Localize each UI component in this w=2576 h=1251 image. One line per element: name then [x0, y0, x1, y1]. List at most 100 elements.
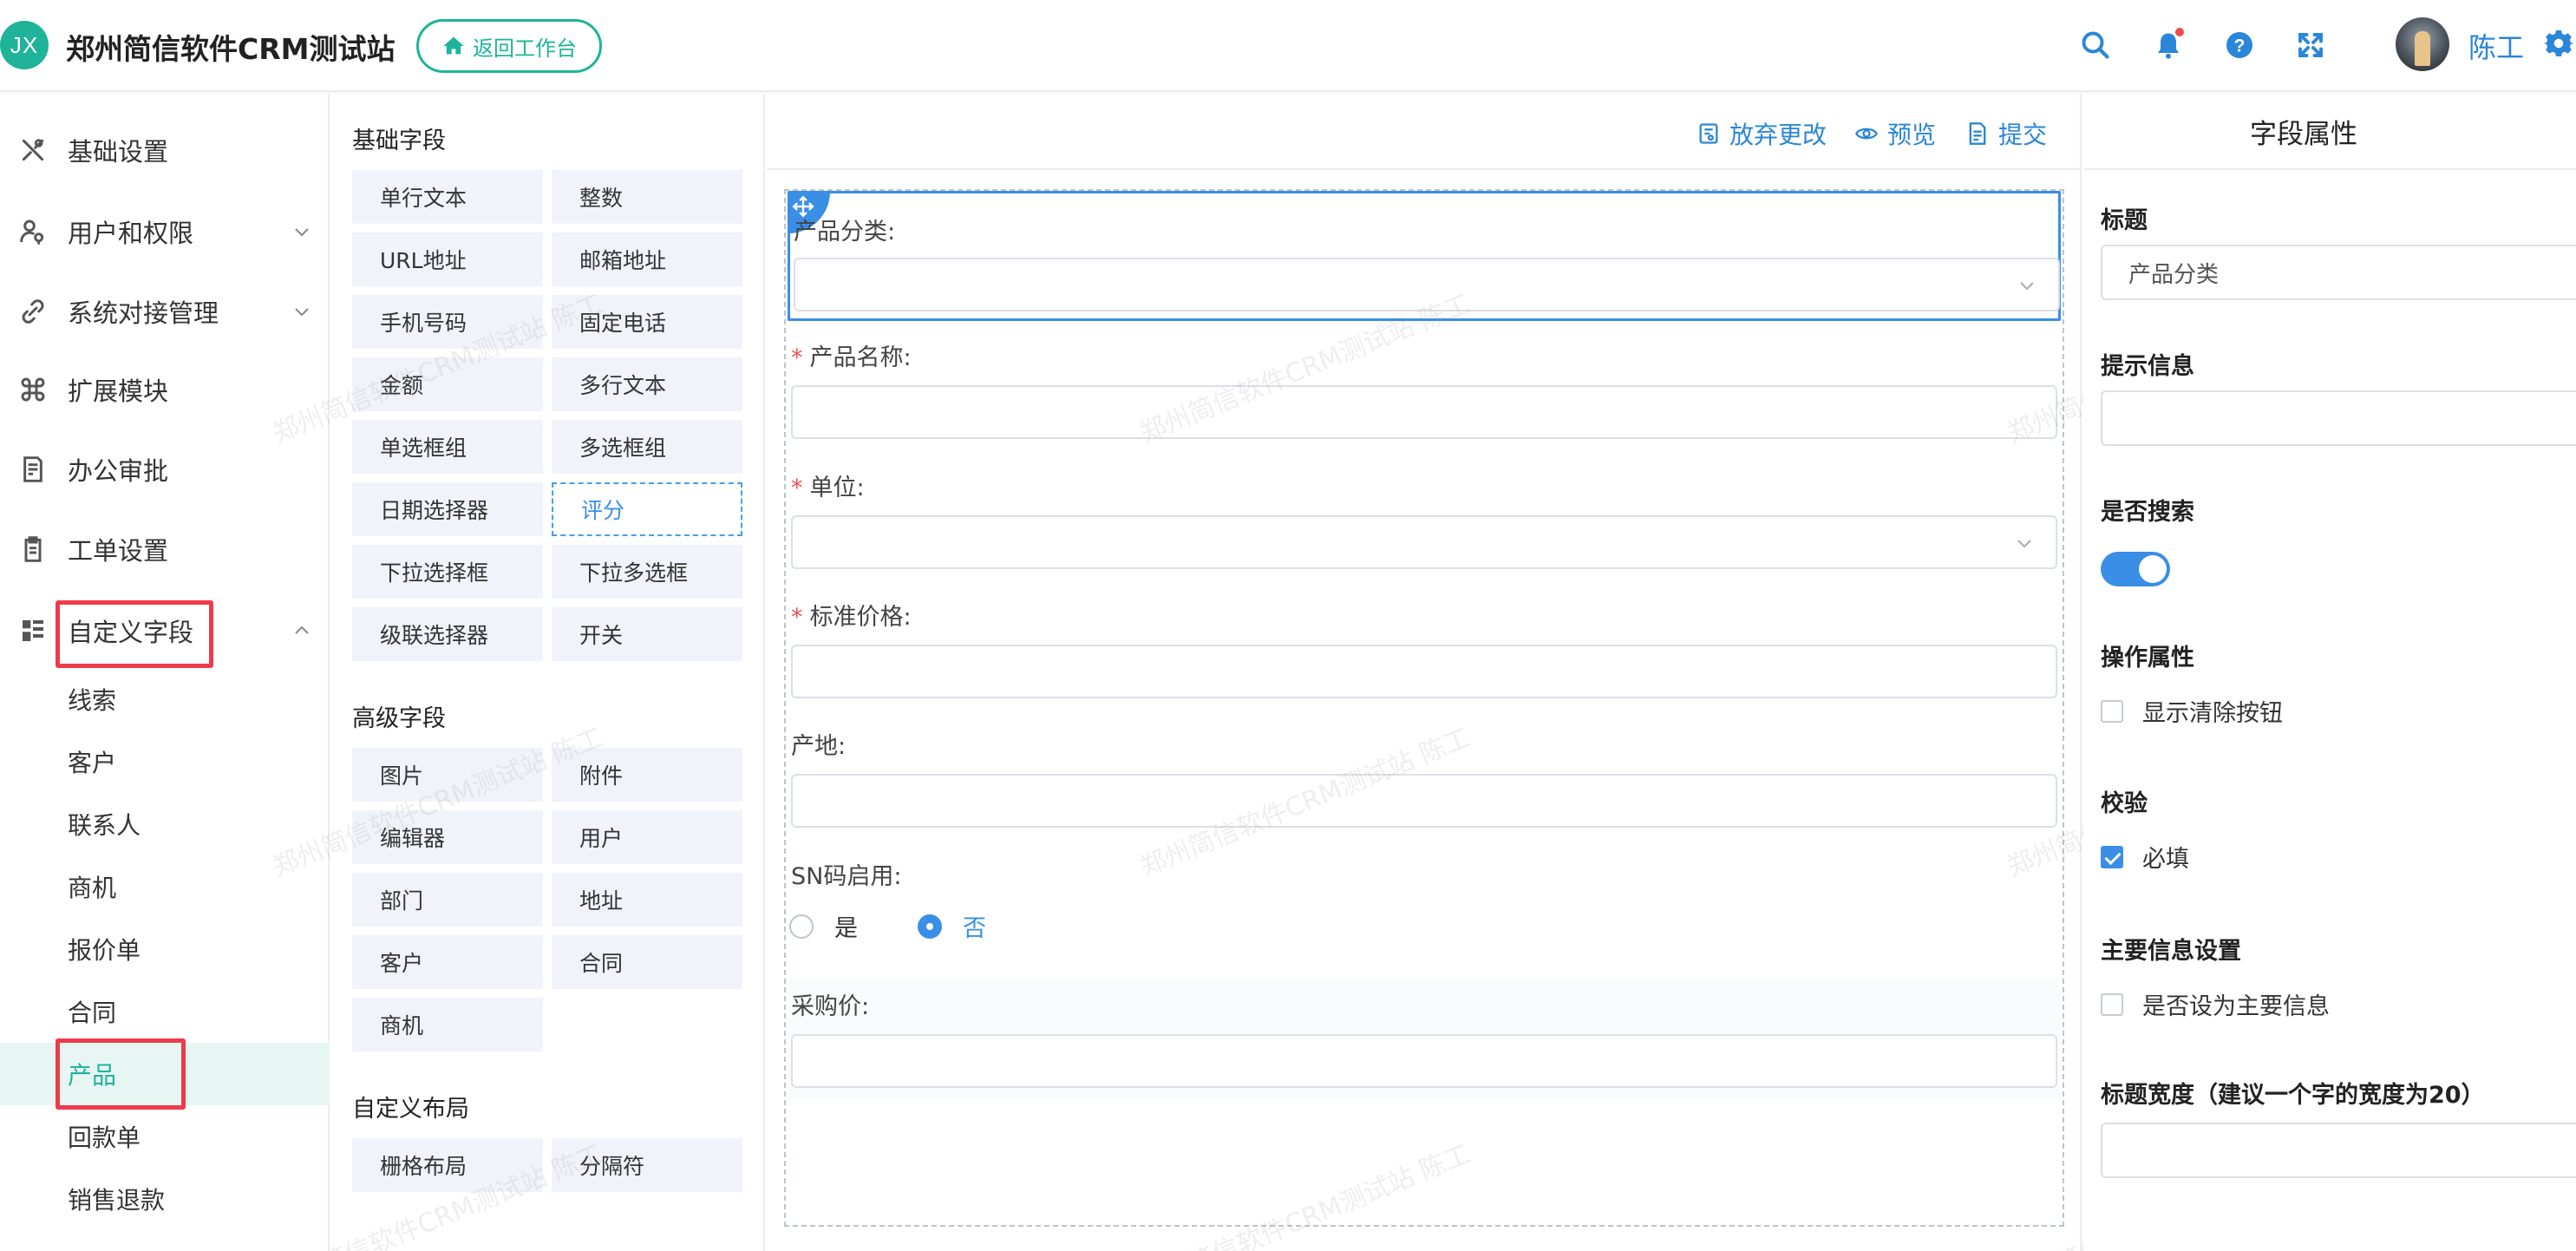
field-label: 产品分类: [794, 219, 896, 246]
required-checkbox[interactable]: 必填 [2101, 840, 2189, 874]
sidebar-sub-item-contracts[interactable]: 合同 [0, 985, 330, 1038]
sidebar-sub-item-quotes[interactable]: 报价单 [0, 922, 330, 976]
sidebar-sub-item-label: 合同 [68, 999, 117, 1027]
palette-item[interactable]: 日期选择器 [352, 482, 543, 536]
sidebar-item-ticket-settings[interactable]: 工单设置 [0, 519, 330, 580]
product-category-select[interactable] [794, 258, 2060, 311]
search-toggle[interactable] [2101, 552, 2170, 586]
sidebar-sub-item-products[interactable]: 产品 [0, 1043, 330, 1105]
chevron-down-icon [2017, 540, 2031, 548]
palette-item[interactable]: 图片 [352, 748, 543, 802]
canvas-toolbar: 放弃更改 预览 提交 [767, 94, 2082, 170]
form-field-product-category[interactable]: 产品分类: [788, 191, 2061, 321]
form-field-sn-enabled[interactable]: SN码启用: 是 否 [788, 848, 2061, 970]
palette-item[interactable]: 下拉多选框 [552, 545, 742, 599]
show-clear-button-checkbox[interactable]: 显示清除按钮 [2101, 694, 2283, 728]
palette-item[interactable]: 单行文本 [352, 170, 543, 224]
form-field-standard-price[interactable]: * 标准价格: [788, 589, 2061, 711]
prop-title-input[interactable]: 产品分类 [2101, 245, 2576, 300]
eye-icon [1855, 128, 1878, 140]
sidebar-sub-item-sales-refunds[interactable]: 销售退款 [0, 1172, 330, 1226]
prop-hint-input[interactable] [2101, 390, 2576, 446]
sidebar-item-extensions[interactable]: 扩展模块 [0, 359, 330, 420]
chevron-down-icon [295, 228, 309, 237]
sidebar-sub-item-contacts[interactable]: 联系人 [0, 797, 330, 851]
sidebar-item-custom-fields[interactable]: 自定义字段 [0, 600, 330, 661]
avatar[interactable] [2396, 17, 2449, 71]
field-label: * 标准价格: [791, 598, 912, 632]
checkbox-label: 显示清除按钮 [2142, 700, 2283, 727]
palette-item[interactable]: 分隔符 [552, 1138, 742, 1192]
sidebar-item-label: 办公审批 [68, 456, 169, 486]
field-label: 采购价: [791, 993, 870, 1020]
user-name[interactable]: 陈工 [2468, 26, 2524, 66]
palette-item-selected[interactable]: 评分 [552, 482, 742, 536]
submit-button[interactable]: 提交 [1965, 116, 2047, 151]
field-label: * 产品名称: [791, 338, 912, 372]
basic-fields-title: 基础字段 [352, 128, 446, 154]
palette-item[interactable]: 附件 [552, 748, 742, 802]
sidebar-item-label: 基础设置 [68, 137, 169, 167]
palette-item[interactable]: 多选框组 [552, 420, 742, 474]
sidebar-item-users-permissions[interactable]: 用户和权限 [0, 201, 330, 262]
origin-input[interactable] [791, 774, 2057, 828]
sidebar-sub-item-label: 线索 [68, 686, 117, 715]
sidebar-sub-item-customers[interactable]: 客户 [0, 735, 330, 789]
palette-item[interactable]: 整数 [552, 170, 742, 224]
prop-main-label: 主要信息设置 [2101, 938, 2241, 965]
required-mark: * [791, 344, 803, 371]
radio-option-yes[interactable]: 是 [789, 909, 858, 943]
sidebar-item-office-approval[interactable]: 办公审批 [0, 439, 330, 500]
discard-changes-button[interactable]: 放弃更改 [1697, 116, 1827, 151]
form-drop-area[interactable]: 产品分类: * 产品名称: * 单位: * 标准价格: 产地: SN码启用: 是… [784, 189, 2064, 1227]
standard-price-input[interactable] [791, 645, 2057, 698]
sidebar-item-basic-settings[interactable]: 基础设置 [0, 120, 330, 180]
form-field-product-name[interactable]: * 产品名称: [788, 330, 2061, 451]
palette-item[interactable]: 地址 [552, 873, 742, 927]
prop-validate-label: 校验 [2101, 790, 2148, 817]
palette-item[interactable]: URL地址 [352, 233, 543, 286]
form-field-purchase-price[interactable]: 采购价: [788, 979, 2061, 1100]
palette-item[interactable]: 合同 [552, 935, 742, 989]
form-field-origin[interactable]: 产地: [788, 718, 2061, 840]
palette-item[interactable]: 客户 [352, 935, 543, 989]
bell-icon[interactable] [2151, 28, 2186, 62]
palette-item[interactable]: 级联选择器 [352, 607, 543, 661]
sidebar-item-label: 扩展模块 [68, 377, 169, 406]
palette-item[interactable]: 手机号码 [352, 295, 543, 349]
chevron-down-icon [2020, 282, 2034, 291]
sidebar-sub-item-label: 产品 [68, 1061, 117, 1090]
sidebar-sub-item-payments[interactable]: 回款单 [0, 1110, 330, 1163]
search-icon[interactable] [2078, 28, 2113, 62]
top-header: JX 郑州简信软件CRM测试站 返回工作台 ? 陈工 [0, 0, 2576, 92]
sidebar-item-system-integration[interactable]: 系统对接管理 [0, 281, 330, 342]
palette-item[interactable]: 金额 [352, 357, 543, 411]
main-info-checkbox[interactable]: 是否设为主要信息 [2101, 987, 2330, 1021]
palette-item[interactable]: 固定电话 [552, 295, 742, 349]
palette-item[interactable]: 多行文本 [552, 357, 742, 411]
radio-option-no[interactable]: 否 [918, 909, 986, 943]
product-name-input[interactable] [791, 385, 2057, 439]
gear-icon[interactable] [2543, 28, 2574, 59]
preview-button[interactable]: 预览 [1854, 116, 1936, 151]
palette-item[interactable]: 邮箱地址 [552, 233, 742, 286]
submit-label: 提交 [1998, 121, 2048, 149]
palette-item[interactable]: 开关 [552, 607, 742, 661]
palette-item[interactable]: 栅格布局 [352, 1138, 543, 1192]
prop-width-input[interactable] [2101, 1123, 2576, 1178]
fullscreen-icon[interactable] [2293, 28, 2328, 62]
field-label: SN码启用: [791, 863, 902, 890]
palette-item[interactable]: 单选框组 [352, 420, 543, 474]
purchase-price-input[interactable] [791, 1034, 2057, 1088]
help-icon[interactable]: ? [2222, 28, 2257, 62]
unit-select[interactable] [791, 515, 2057, 569]
form-field-unit[interactable]: * 单位: [788, 460, 2061, 581]
palette-item[interactable]: 用户 [552, 810, 742, 864]
palette-item[interactable]: 下拉选择框 [352, 545, 543, 599]
back-to-workbench-button[interactable]: 返回工作台 [416, 19, 602, 73]
sidebar-sub-item-opportunities[interactable]: 商机 [0, 860, 330, 914]
palette-item[interactable]: 编辑器 [352, 810, 543, 864]
sidebar-sub-item-leads[interactable]: 线索 [0, 672, 330, 726]
palette-item[interactable]: 商机 [352, 998, 543, 1051]
palette-item[interactable]: 部门 [352, 873, 543, 927]
